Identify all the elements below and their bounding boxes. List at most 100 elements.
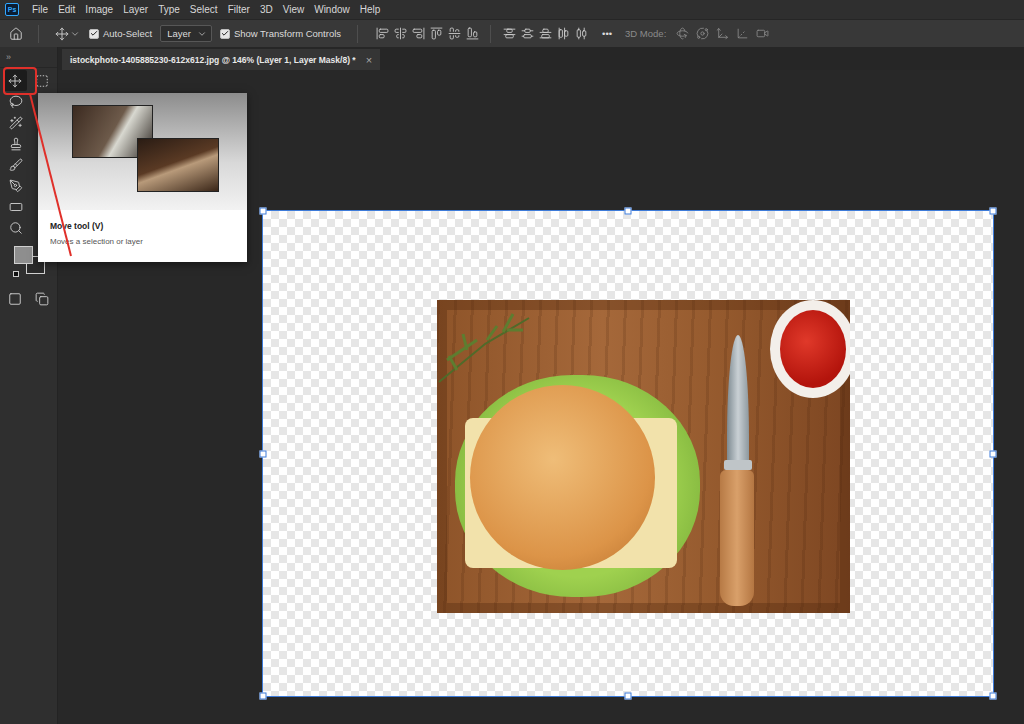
herb-drawing [437, 300, 537, 390]
menu-bar: Ps FileEditImageLayerTypeSelectFilter3DVi… [0, 0, 1024, 19]
bun [470, 385, 655, 570]
transform-handle[interactable] [625, 693, 632, 700]
transform-handle[interactable] [260, 208, 267, 215]
distribute-icon [575, 27, 588, 40]
pointer-line [30, 94, 71, 256]
menu-item[interactable]: Select [185, 3, 223, 16]
3d-mode-group [674, 24, 770, 44]
check-icon [221, 29, 229, 38]
distribute-button[interactable] [537, 24, 553, 44]
highlight-box [4, 68, 36, 94]
menu-item[interactable]: Edit [53, 3, 80, 16]
tool-button[interactable] [4, 175, 28, 196]
transform-handle[interactable] [990, 208, 997, 215]
close-tab-button[interactable]: × [366, 54, 372, 66]
toolbar-toggle[interactable]: » [0, 47, 57, 68]
menu-item[interactable]: Image [80, 3, 118, 16]
transform-handle[interactable] [990, 450, 997, 457]
tool-button[interactable] [4, 196, 28, 217]
lasso-icon [9, 95, 23, 109]
distribute-button[interactable] [573, 24, 589, 44]
menu-item[interactable]: Help [355, 3, 386, 16]
tooltip-title: Move tool (V) [50, 221, 235, 231]
knife-handle [720, 470, 754, 606]
distribute-icon [503, 27, 516, 40]
align-icon [412, 27, 425, 40]
separator [38, 25, 39, 43]
knife-blade [727, 335, 749, 463]
tool-button[interactable] [4, 133, 28, 154]
tool-button[interactable] [31, 70, 54, 91]
menu-item[interactable]: Window [309, 3, 355, 16]
more-button[interactable]: ••• [597, 24, 617, 44]
3d-icon [716, 27, 729, 40]
menu-item[interactable]: 3D [255, 3, 278, 16]
menu-item[interactable]: View [278, 3, 310, 16]
align-button[interactable] [428, 24, 444, 44]
red-annotation [0, 0, 100, 270]
menu-item[interactable]: Layer [118, 3, 153, 16]
transform-handle[interactable] [625, 208, 632, 215]
menu-item[interactable]: Type [153, 3, 185, 16]
auto-select-checkbox[interactable]: Auto-Select [89, 28, 152, 39]
transform-handle[interactable] [990, 693, 997, 700]
zoom-icon [9, 221, 23, 235]
distribute-icon [521, 27, 534, 40]
align-button[interactable] [392, 24, 408, 44]
tool-button[interactable] [4, 112, 28, 133]
document-canvas[interactable] [262, 210, 994, 697]
align-icon [376, 27, 389, 40]
burger-photo[interactable] [437, 300, 850, 613]
3d-mode-label: 3D Mode: [625, 28, 666, 39]
transform-handle[interactable] [260, 450, 267, 457]
tool-button[interactable] [4, 288, 27, 309]
home-icon [9, 27, 23, 41]
tool-button[interactable] [4, 70, 27, 91]
document-tab[interactable]: istockphoto-1405885230-612x612.jpg @ 146… [62, 49, 380, 70]
tooltip-preview [38, 93, 247, 210]
tool-preset-button[interactable] [53, 24, 81, 44]
home-button[interactable] [8, 24, 24, 44]
align-icon [430, 27, 443, 40]
3d-mode-button[interactable] [714, 24, 730, 44]
align-icon [466, 27, 479, 40]
distribute-button[interactable] [555, 24, 571, 44]
distribute-button[interactable] [501, 24, 517, 44]
tool-button[interactable] [4, 217, 28, 238]
3d-icon [756, 27, 769, 40]
menu-item[interactable]: Filter [223, 3, 255, 16]
pen-icon [9, 179, 23, 193]
rectangle-icon [9, 200, 23, 214]
transform-controls-checkbox[interactable]: Show Transform Controls [220, 28, 341, 39]
align-button[interactable] [410, 24, 426, 44]
distribute-icon [557, 27, 570, 40]
checkbox[interactable] [89, 29, 99, 39]
quickselect-icon [9, 116, 23, 130]
align-button[interactable] [374, 24, 390, 44]
options-bar: Auto-Select Layer Show Transform Controls •… [0, 19, 1024, 47]
quickmask-icon [8, 292, 22, 306]
foreground-color-swatch[interactable] [14, 246, 33, 264]
ketchup [780, 310, 846, 388]
tool-button[interactable] [4, 154, 28, 175]
app-logo[interactable]: Ps [5, 3, 19, 16]
tool-button[interactable] [31, 288, 54, 309]
target-dropdown[interactable]: Layer [160, 25, 212, 42]
3d-mode-button[interactable] [674, 24, 690, 44]
3d-mode-button[interactable] [754, 24, 770, 44]
brush-icon [9, 158, 23, 172]
tooltip-description: Moves a selection or layer [50, 237, 235, 246]
align-icon [448, 27, 461, 40]
separator [490, 25, 491, 43]
checkbox[interactable] [220, 29, 230, 39]
tool-button[interactable] [4, 91, 28, 112]
distribute-button[interactable] [519, 24, 535, 44]
tool-tooltip: Move tool (V) Moves a selection or layer [38, 93, 247, 262]
menu-item[interactable]: File [27, 3, 53, 16]
align-button[interactable] [464, 24, 480, 44]
align-button[interactable] [446, 24, 462, 44]
3d-mode-button[interactable] [694, 24, 710, 44]
3d-mode-button[interactable] [734, 24, 750, 44]
transform-handle[interactable] [260, 693, 267, 700]
default-colors-icon[interactable] [13, 271, 19, 277]
